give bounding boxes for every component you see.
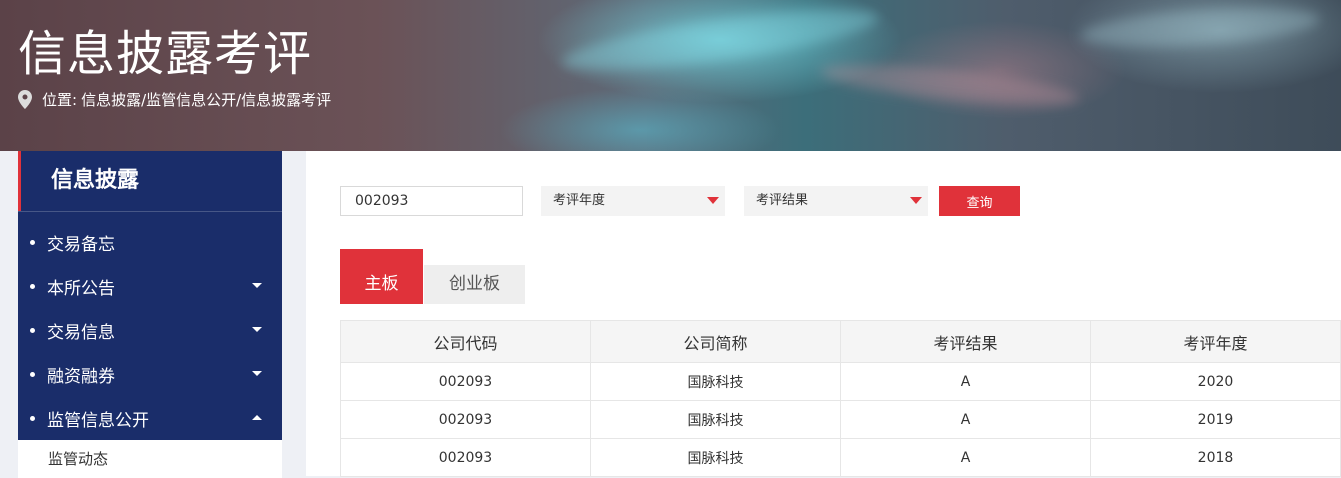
breadcrumb: 位置: 信息披露/监管信息公开/信息披露考评 [18, 89, 331, 110]
sidebar-item-trade-memo[interactable]: 交易备忘 [18, 220, 282, 264]
review-year-select[interactable]: 考评年度 [541, 186, 725, 216]
column-header: 考评结果 [840, 320, 1091, 363]
bullet-icon [30, 371, 35, 377]
column-header: 考评年度 [1090, 320, 1341, 363]
table-cell: 002093 [340, 362, 591, 401]
results-table: 公司代码 公司简称 考评结果 考评年度 002093 国脉科技 A 2020 0… [340, 320, 1341, 477]
sidebar-item-label: 监管信息公开 [47, 410, 149, 431]
sidebar-submenu: 监管动态 [18, 440, 282, 478]
query-button[interactable]: 查询 [939, 186, 1020, 216]
table-cell: 002093 [340, 438, 591, 477]
tab-growth-board[interactable]: 创业板 [424, 265, 525, 304]
table-row: 002093 国脉科技 A 2020 [340, 362, 1341, 401]
map-pin-icon [18, 90, 32, 109]
company-code-input[interactable] [340, 186, 523, 216]
sidebar-subitem-regulatory-news[interactable]: 监管动态 [18, 440, 282, 478]
sidebar-menu: 交易备忘 本所公告 交易信息 融资融券 监管信息公开 [18, 211, 282, 440]
banner-decoration [819, 56, 1081, 114]
table-cell: 002093 [340, 400, 591, 439]
table-cell: 2018 [1090, 438, 1341, 477]
page-title: 信息披露考评 [18, 26, 313, 82]
review-year-select-label: 考评年度 [553, 193, 606, 208]
sidebar-item-label: 融资融券 [47, 366, 115, 387]
table-row: 002093 国脉科技 A 2018 [340, 438, 1341, 477]
column-header: 公司代码 [340, 320, 591, 363]
sidebar-item-label: 交易备忘 [47, 234, 115, 255]
location-label: 位置: [42, 91, 78, 109]
table-row: 002093 国脉科技 A 2019 [340, 400, 1341, 439]
table-cell: 国脉科技 [590, 400, 841, 439]
sidebar-item-trade-info[interactable]: 交易信息 [18, 308, 282, 352]
caret-down-icon [707, 197, 719, 204]
bullet-icon [30, 283, 35, 289]
table-cell: 国脉科技 [590, 438, 841, 477]
column-header: 公司简称 [590, 320, 841, 363]
chevron-down-icon[interactable] [252, 283, 262, 288]
chevron-down-icon[interactable] [252, 327, 262, 332]
sidebar-title: 信息披露 [18, 151, 282, 211]
review-result-select[interactable]: 考评结果 [744, 186, 928, 216]
main-content: 考评年度 考评结果 查询 主板 创业板 公司代码 公司简称 考评结果 考评年度 … [306, 151, 1341, 477]
sidebar-item-margin-trading[interactable]: 融资融券 [18, 352, 282, 396]
table-header-row: 公司代码 公司简称 考评结果 考评年度 [340, 320, 1341, 363]
caret-down-icon [910, 197, 922, 204]
bullet-icon [30, 415, 35, 421]
sidebar-item-announcements[interactable]: 本所公告 [18, 264, 282, 308]
sidebar-item-label: 本所公告 [47, 278, 115, 299]
sidebar-item-regulatory-disclosure[interactable]: 监管信息公开 [18, 396, 282, 440]
chevron-up-icon[interactable] [252, 415, 262, 420]
banner-decoration [1079, 1, 1321, 54]
bullet-icon [30, 239, 35, 245]
bullet-icon [30, 327, 35, 333]
table-cell: A [840, 438, 1091, 477]
table-cell: 2019 [1090, 400, 1341, 439]
table-cell: A [840, 400, 1091, 439]
chevron-down-icon[interactable] [252, 371, 262, 376]
sidebar-item-label: 交易信息 [47, 322, 115, 343]
tab-main-board[interactable]: 主板 [340, 249, 423, 304]
review-result-select-label: 考评结果 [756, 193, 809, 208]
breadcrumb-path[interactable]: 信息披露/监管信息公开/信息披露考评 [81, 89, 331, 110]
header-banner: 信息披露考评 位置: 信息披露/监管信息公开/信息披露考评 [0, 0, 1341, 151]
sidebar: 信息披露 交易备忘 本所公告 交易信息 融资融券 监管信息公开 监管动态 [18, 151, 282, 478]
table-cell: 2020 [1090, 362, 1341, 401]
table-cell: 国脉科技 [590, 362, 841, 401]
table-cell: A [840, 362, 1091, 401]
